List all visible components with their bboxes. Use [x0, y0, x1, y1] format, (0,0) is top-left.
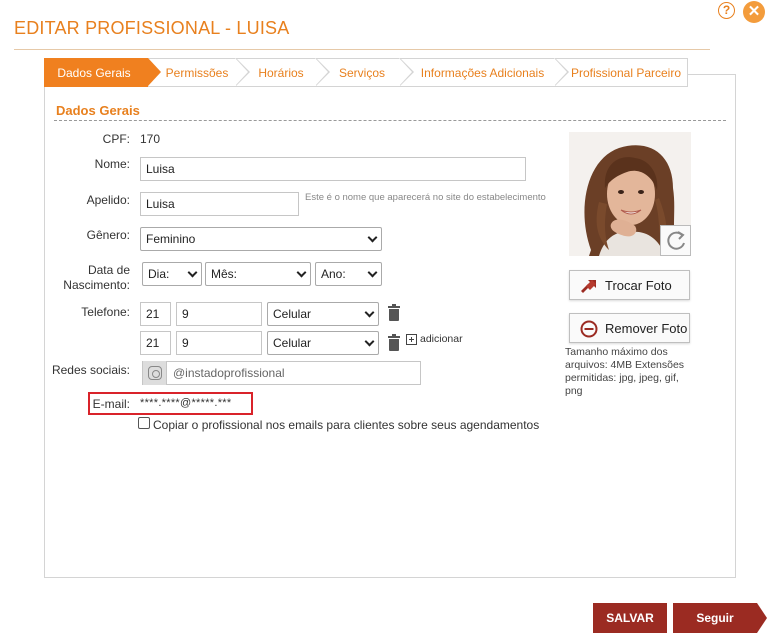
telefone-ddd-input[interactable]: 21 — [140, 331, 171, 355]
next-button[interactable]: Seguir — [673, 603, 757, 633]
remove-icon — [580, 320, 598, 338]
cpf-value: 170 — [140, 132, 161, 146]
redes-sociais-input[interactable]: @instadoprofissional — [142, 361, 421, 385]
tab-label: Informações Adicionais — [420, 66, 545, 80]
tab-label: Permissões — [165, 66, 229, 80]
page-title: EDITAR PROFISSIONAL - LUISA — [14, 18, 290, 38]
close-icon[interactable]: ✕ — [743, 1, 765, 23]
cpf-label: CPF: — [102, 132, 130, 146]
email-label: E-mail: — [92, 397, 130, 411]
chevron-down-icon — [187, 267, 198, 278]
mes-value: Mês: — [211, 267, 238, 281]
tab-dados-gerais[interactable]: Dados Gerais — [44, 58, 148, 87]
telefone-tipo-value: Celular — [273, 336, 312, 350]
email-value: ****.****@*****.*** — [140, 397, 232, 409]
section-title: Dados Gerais — [56, 103, 140, 118]
remover-foto-button[interactable]: Remover Foto — [569, 313, 690, 343]
trash-icon[interactable] — [388, 304, 400, 321]
tab-separator — [315, 58, 328, 86]
apelido-hint: Este é o nome que aparecerá no site do e… — [305, 192, 546, 203]
trocar-foto-label: Trocar Foto — [605, 278, 672, 293]
tab-separator — [554, 58, 567, 86]
change-photo-icon — [581, 280, 596, 293]
nascimento-label-line2: Nascimento: — [63, 278, 130, 292]
apelido-input[interactable]: Luisa — [140, 192, 299, 216]
chevron-down-icon — [367, 267, 378, 278]
chevron-down-icon — [296, 267, 307, 278]
nascimento-label: Data de Nascimento: — [52, 263, 130, 293]
telefone-tipo-select[interactable]: Celular — [267, 331, 379, 355]
title-divider — [14, 49, 710, 50]
tab-label: Profissional Parceiro — [570, 66, 682, 80]
remover-foto-label: Remover Foto — [605, 321, 688, 336]
telefone-tipo-value: Celular — [273, 307, 312, 321]
section-divider — [54, 120, 726, 121]
tab-informacoes-adicionais[interactable]: Informações Adicionais — [400, 58, 555, 87]
social-icon-box — [143, 361, 167, 385]
save-button[interactable]: SALVAR — [593, 603, 667, 633]
rotate-icon — [667, 231, 685, 250]
dia-value: Dia: — [148, 267, 170, 281]
telefone-label: Telefone: — [81, 305, 130, 319]
trocar-foto-button[interactable]: Trocar Foto — [569, 270, 690, 300]
tab-profissional-parceiro[interactable]: Profissional Parceiro — [555, 58, 688, 87]
genero-value: Feminino — [146, 232, 196, 246]
genero-label: Gênero: — [86, 228, 130, 242]
tab-separator — [235, 58, 248, 86]
tab-permissoes[interactable]: Permissões — [148, 58, 236, 87]
ano-select[interactable]: Ano: — [315, 262, 382, 286]
copiar-label: Copiar o profissional nos emails para cl… — [153, 418, 540, 432]
tab-label: Dados Gerais — [57, 66, 131, 80]
copiar-checkbox[interactable] — [138, 417, 150, 429]
ano-value: Ano: — [321, 267, 346, 281]
nome-input[interactable]: Luisa — [140, 157, 526, 181]
next-button-arrow — [757, 603, 767, 633]
redes-sociais-label: Redes sociais: — [51, 363, 130, 377]
telefone-tipo-select[interactable]: Celular — [267, 302, 379, 326]
rotate-photo-button[interactable] — [660, 225, 691, 256]
tab-separator — [399, 58, 412, 86]
mes-select[interactable]: Mês: — [205, 262, 311, 286]
telefone-numero-input[interactable]: 9 — [176, 331, 262, 355]
tab-separator — [148, 58, 161, 86]
chevron-down-icon — [364, 307, 375, 318]
redes-sociais-placeholder: @instadoprofissional — [173, 366, 285, 380]
chevron-down-icon — [367, 232, 378, 243]
dia-select[interactable]: Dia: — [142, 262, 202, 286]
telefone-ddd-input[interactable]: 21 — [140, 302, 171, 326]
nome-label: Nome: — [94, 157, 130, 171]
apelido-label: Apelido: — [86, 193, 130, 207]
adicionar-telefone-link[interactable]: adicionar — [420, 333, 463, 345]
telefone-numero-input[interactable]: 9 — [176, 302, 262, 326]
nascimento-label-line1: Data de — [87, 263, 130, 277]
tab-bar: Dados Gerais Permissões Horários Serviço… — [44, 58, 688, 87]
photo-size-note: Tamanho máximo dos arquivos: 4MB Extensõ… — [565, 346, 685, 397]
help-icon[interactable]: ? — [718, 2, 735, 19]
instagram-icon — [148, 366, 162, 380]
trash-icon[interactable] — [388, 334, 400, 351]
plus-icon[interactable] — [406, 334, 417, 345]
chevron-down-icon — [364, 336, 375, 347]
genero-select[interactable]: Feminino — [140, 227, 382, 251]
